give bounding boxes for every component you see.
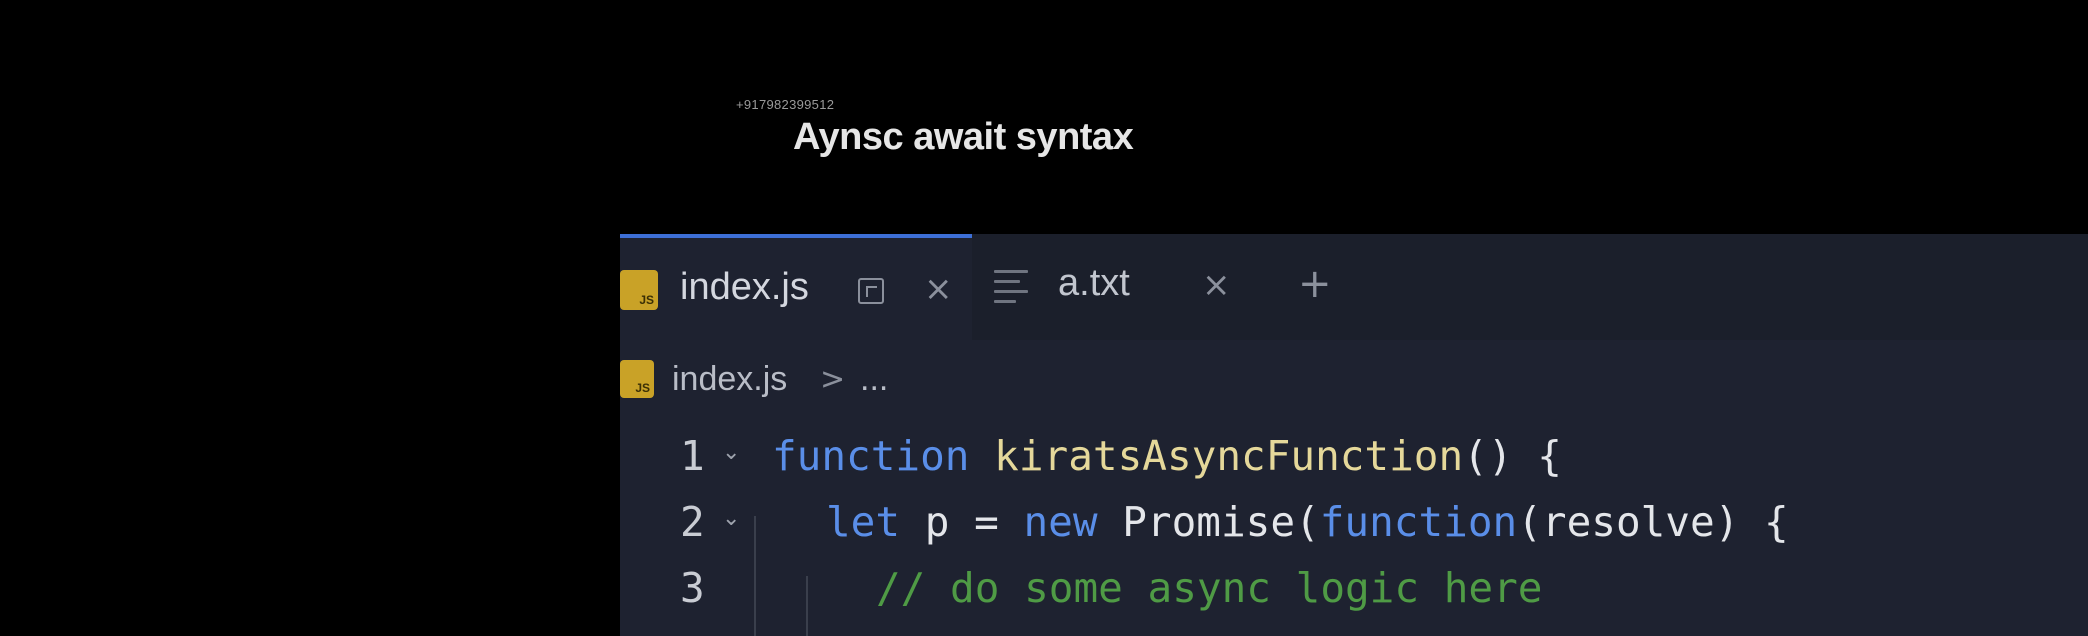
slide-title: Aynsc await syntax — [793, 116, 1134, 158]
tab-bar: JS index.js × a.txt × + — [620, 234, 2088, 340]
fold-chevron-icon[interactable]: ⌄ — [722, 506, 740, 531]
code-text: let p = new Promise(function(resolve) { — [826, 498, 1789, 546]
code-text: function kiratsAsyncFunction() { — [772, 432, 1562, 480]
js-file-icon: JS — [620, 270, 658, 310]
screen: +917982399512 Aynsc await syntax JS inde… — [0, 0, 2088, 636]
token-identifier: Promise( — [1097, 498, 1320, 546]
code-line-1: 1 ⌄ function kiratsAsyncFunction() { — [620, 432, 2088, 498]
token-function-name: kiratsAsyncFunction — [994, 432, 1464, 480]
tab-a-txt[interactable]: a.txt × — [980, 234, 1252, 340]
breadcrumb: JS index.js > ... — [620, 340, 2088, 420]
token-punctuation: () { — [1463, 432, 1562, 480]
js-file-icon: JS — [620, 360, 654, 398]
close-icon[interactable]: × — [924, 272, 953, 306]
token-identifier: p = — [900, 498, 1024, 546]
code-area[interactable]: 1 ⌄ function kiratsAsyncFunction() { 2 ⌄… — [620, 420, 2088, 636]
breadcrumb-separator: > — [820, 362, 846, 397]
new-tab-plus-icon[interactable]: + — [1298, 264, 1332, 304]
line-number: 2 — [680, 498, 705, 546]
code-line-3: 3 // do some async logic here — [620, 564, 2088, 630]
line-number: 1 — [680, 432, 705, 480]
watermark-text: +917982399512 — [736, 97, 835, 112]
breadcrumb-file[interactable]: index.js — [672, 360, 787, 399]
token-comment: // do some async logic here — [876, 564, 1543, 612]
code-editor: JS index.js × a.txt × + JS index.js > ..… — [620, 234, 2088, 636]
token-identifier: (resolve) { — [1517, 498, 1789, 546]
code-text: // do some async logic here — [876, 564, 1542, 612]
token-keyword: let — [826, 498, 901, 546]
token-keyword: function — [1319, 498, 1518, 546]
tab-label: a.txt — [1058, 262, 1130, 304]
code-line-2: 2 ⌄ let p = new Promise(function(resolve… — [620, 498, 2088, 564]
token-keyword: new — [1023, 498, 1098, 546]
close-icon[interactable]: × — [1202, 268, 1231, 302]
open-preview-icon[interactable] — [858, 278, 884, 304]
text-file-icon — [994, 270, 1028, 304]
tab-index-js[interactable]: JS index.js × — [620, 234, 972, 340]
line-number: 3 — [680, 564, 705, 612]
breadcrumb-more[interactable]: ... — [860, 360, 888, 399]
token-keyword: function — [772, 432, 970, 480]
tab-label: index.js — [680, 266, 809, 308]
fold-chevron-icon[interactable]: ⌄ — [722, 440, 740, 465]
